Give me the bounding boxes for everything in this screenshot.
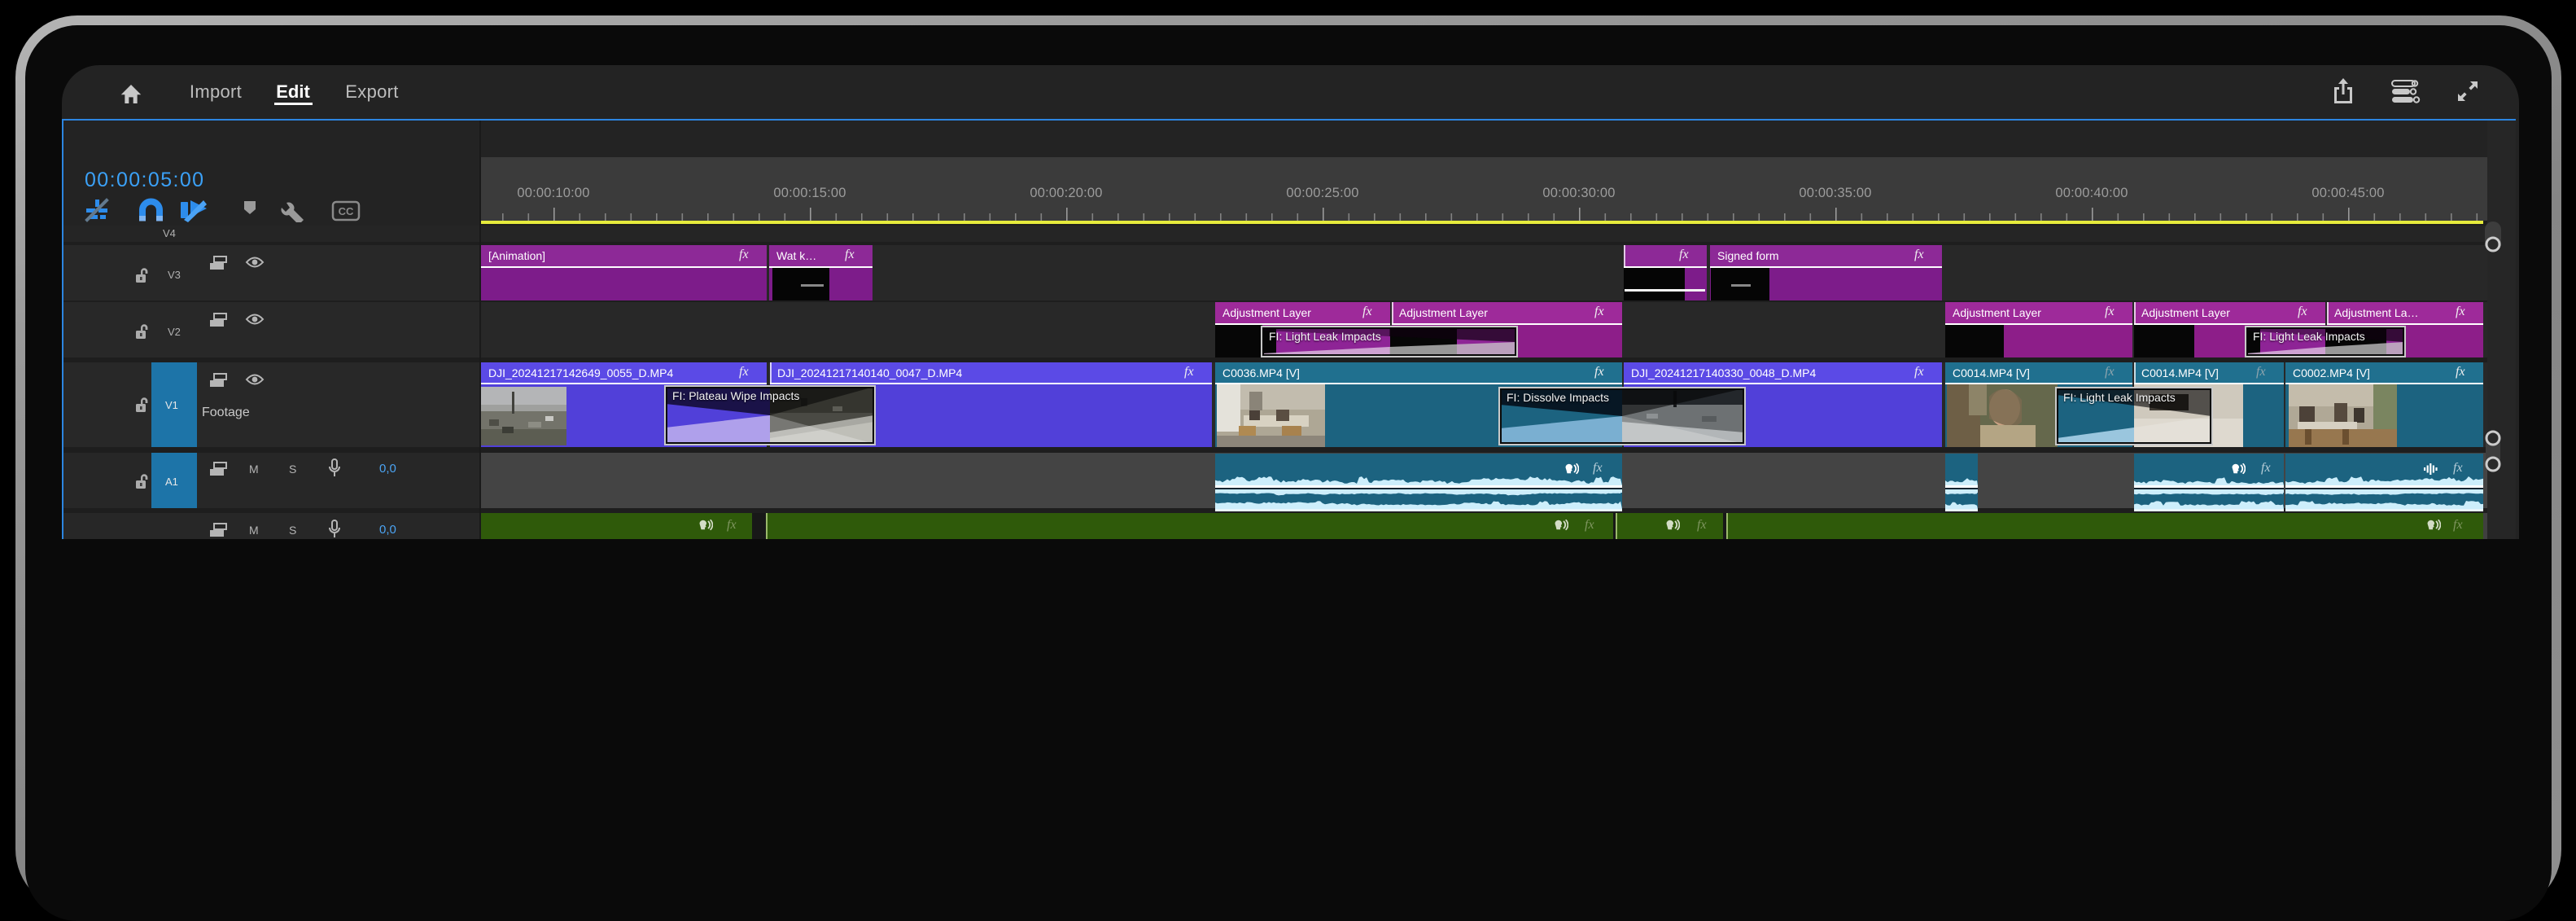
svg-text:CC: CC: [339, 205, 354, 217]
